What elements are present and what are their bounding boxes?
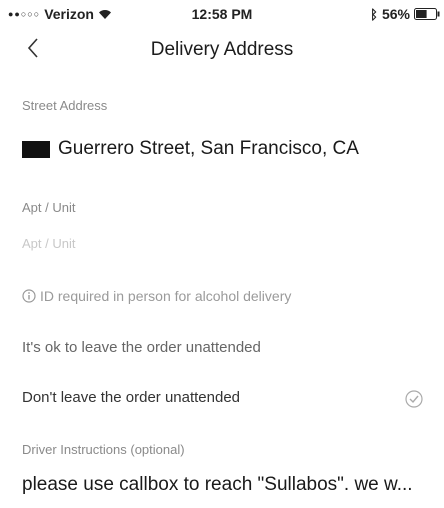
redacted-street-number (22, 140, 50, 158)
info-icon (22, 289, 36, 303)
status-bar: ●●○○○ Verizon 12:58 PM ᛒ 56% (0, 0, 444, 26)
bluetooth-icon: ᛒ (370, 6, 378, 22)
driver-instructions-input[interactable]: please use callbox to reach "Sullabos". … (22, 474, 432, 496)
selected-check-icon (405, 390, 423, 408)
option-dont-leave-unattended[interactable]: Don't leave the order unattended (0, 383, 444, 415)
option-leave-unattended-label: It's ok to leave the order unattended (22, 339, 261, 356)
nav-bar: Delivery Address (0, 28, 444, 72)
battery-icon (414, 8, 440, 20)
status-right: ᛒ 56% (370, 6, 440, 22)
delivery-address-screen: ●●○○○ Verizon 12:58 PM ᛒ 56% Delivery Ad… (0, 0, 444, 508)
alcohol-notice-text: ID required in person for alcohol delive… (40, 288, 292, 304)
alcohol-notice: ID required in person for alcohol delive… (22, 288, 291, 304)
street-address-value: Guerrero Street, San Francisco, CA (58, 138, 359, 159)
page-title: Delivery Address (150, 39, 294, 60)
driver-instructions-label: Driver Instructions (optional) (22, 442, 185, 457)
apt-unit-label: Apt / Unit (22, 200, 76, 215)
street-address-label: Street Address (22, 98, 108, 113)
apt-unit-input[interactable]: Apt / Unit (22, 236, 75, 251)
option-dont-leave-unattended-label: Don't leave the order unattended (22, 389, 241, 406)
option-leave-unattended[interactable]: It's ok to leave the order unattended (0, 333, 444, 365)
battery-percent: 56% (381, 6, 410, 22)
street-address-field[interactable]: Guerrero Street, San Francisco, CA (22, 138, 359, 160)
